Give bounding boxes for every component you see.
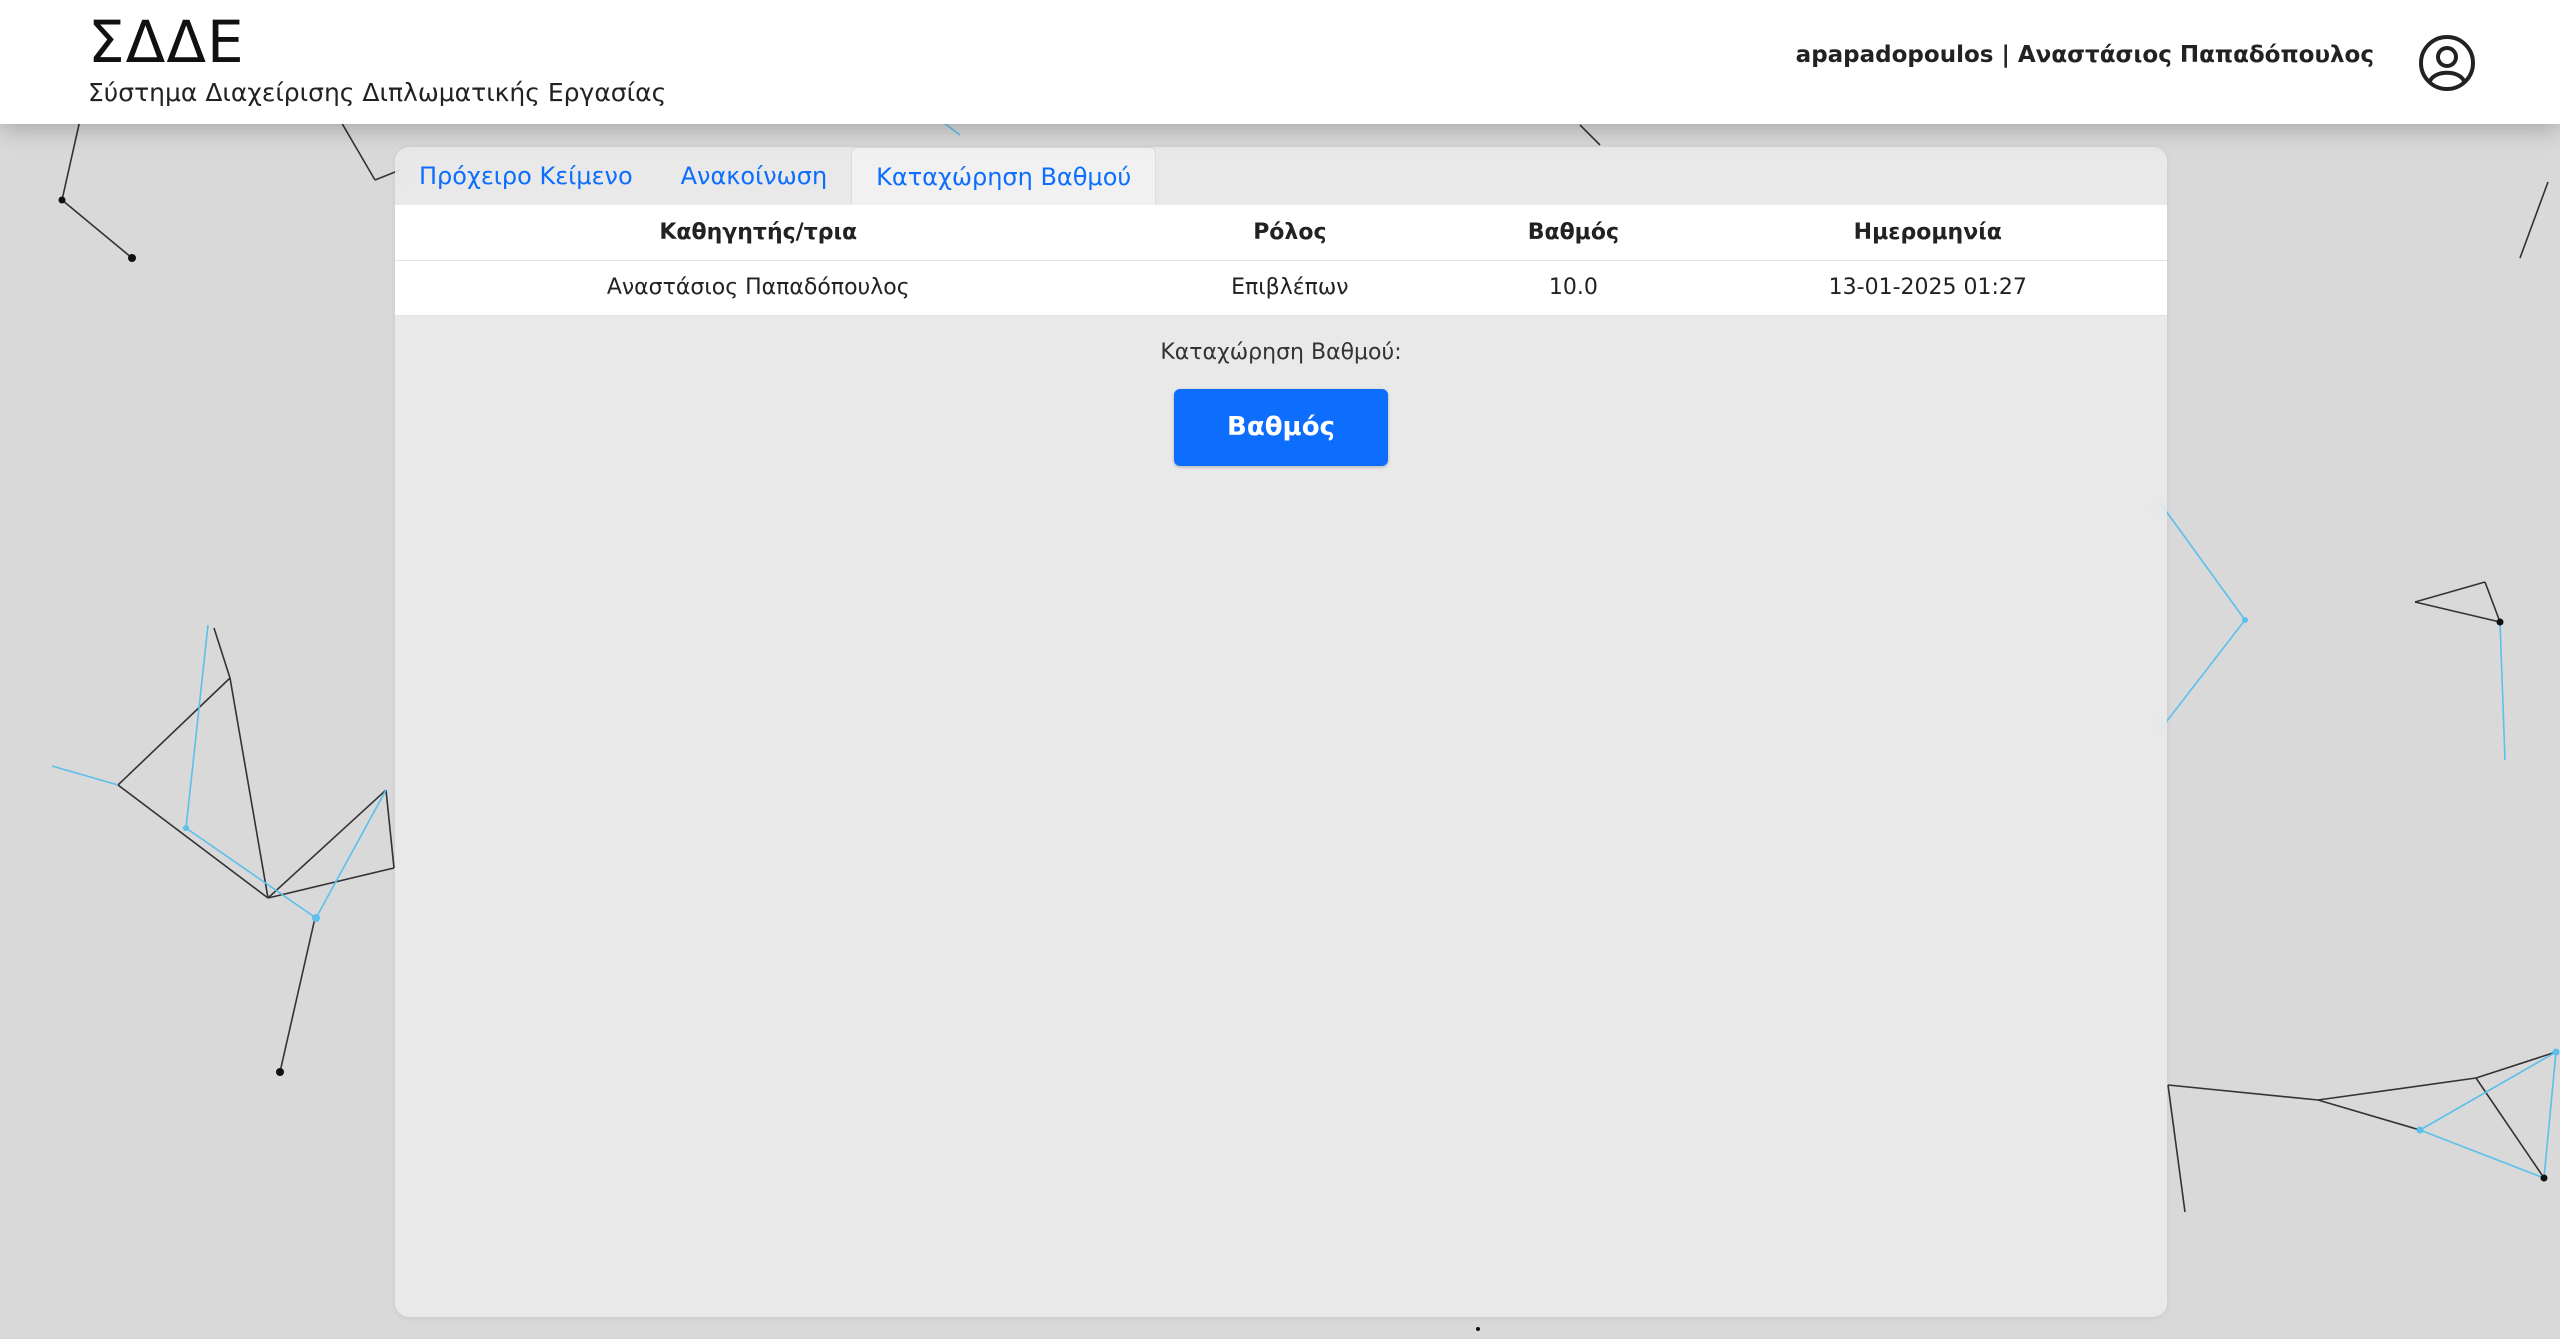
user-circle-icon[interactable] (2418, 34, 2476, 92)
table-header-row: Καθηγητής/τρια Ρόλος Βαθμός Ημερομηνία (395, 205, 2167, 261)
table-row: Αναστάσιος Παπαδόπουλος Επιβλέπων 10.0 1… (395, 260, 2167, 316)
brand: ΣΔΔΕ Σύστημα Διαχείρισης Διπλωματικής Ερ… (88, 8, 666, 107)
tab-grade-entry[interactable]: Καταχώρηση Βαθμού (851, 147, 1157, 205)
column-header-role: Ρόλος (1121, 205, 1459, 261)
column-header-grade: Βαθμός (1458, 205, 1689, 261)
cell-grade: 10.0 (1458, 260, 1689, 316)
top-header: ΣΔΔΕ Σύστημα Διαχείρισης Διπλωματικής Ερ… (0, 0, 2560, 124)
column-header-professor: Καθηγητής/τρια (395, 205, 1122, 261)
tab-announcement[interactable]: Ανακοίνωση (657, 147, 852, 205)
app-subtitle: Σύστημα Διαχείρισης Διπλωματικής Εργασία… (88, 78, 667, 107)
grade-entry-label: Καταχώρηση Βαθμού: (1160, 339, 1402, 365)
app-title: ΣΔΔΕ (88, 8, 245, 76)
grade-button[interactable]: Βαθμός (1174, 388, 1388, 466)
cell-role: Επιβλέπων (1121, 260, 1459, 316)
column-header-date: Ημερομηνία (1688, 205, 2167, 261)
cell-professor: Αναστάσιος Παπαδόπουλος (395, 260, 1122, 316)
thesis-card: Πρόχειρο Κείμενο Ανακοίνωση Καταχώρηση Β… (395, 147, 2167, 1317)
tab-bar: Πρόχειρο Κείμενο Ανακοίνωση Καταχώρηση Β… (395, 147, 2167, 205)
grade-entry-section: Καταχώρηση Βαθμού: Βαθμός (395, 316, 2167, 466)
cell-date: 13-01-2025 01:27 (1688, 260, 2167, 316)
user-name-label: apapadopoulos | Αναστάσιος Παπαδόπουλος (1795, 42, 2374, 68)
grades-table: Καθηγητής/τρια Ρόλος Βαθμός Ημερομηνία Α… (395, 205, 2167, 316)
tab-draft-text[interactable]: Πρόχειρο Κείμενο (395, 147, 657, 205)
